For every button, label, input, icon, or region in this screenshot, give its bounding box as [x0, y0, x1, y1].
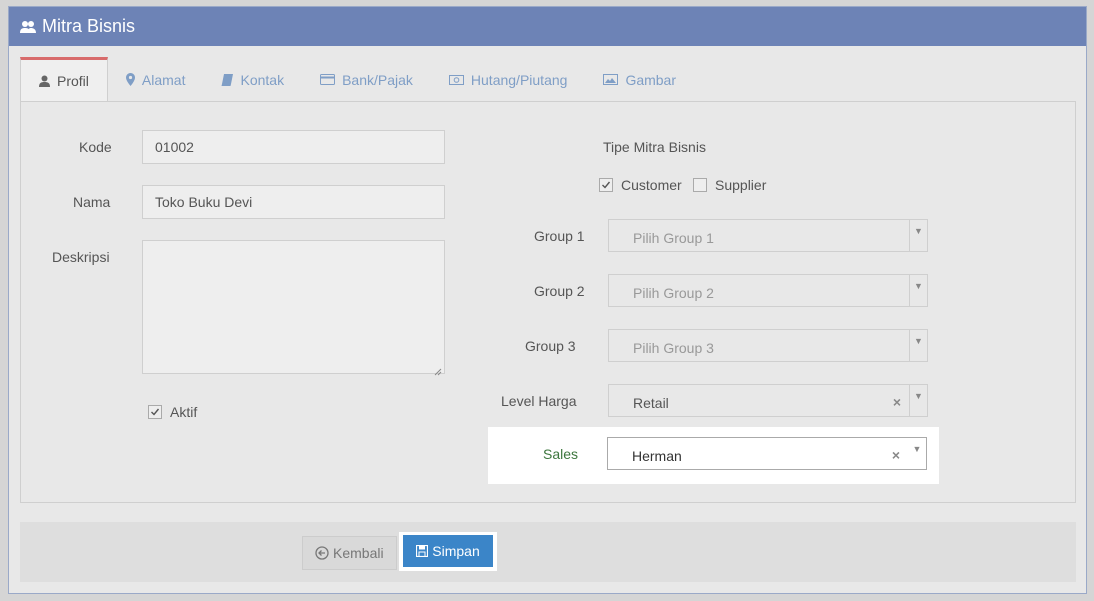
tab-label: Profil: [57, 73, 89, 89]
panel-header: Mitra Bisnis: [9, 7, 1086, 46]
aktif-label: Aktif: [170, 404, 198, 420]
deskripsi-textarea[interactable]: [142, 240, 445, 376]
tab-profil[interactable]: Profil: [20, 57, 108, 102]
tipe-mitra-label: Tipe Mitra Bisnis: [603, 139, 706, 155]
tab-label: Kontak: [240, 71, 285, 88]
chevron-down-icon[interactable]: ▼: [909, 385, 927, 416]
sales-highlight: Sales Herman × ▼: [488, 427, 939, 484]
group1-placeholder: Pilih Group 1: [633, 230, 714, 246]
customer-checkbox[interactable]: Customer: [599, 177, 682, 193]
tab-bar: Profil Alamat Kontak Bank/Pajak Hutang/P…: [20, 57, 694, 102]
simpan-label: Simpan: [432, 543, 480, 559]
group3-select[interactable]: Pilih Group 3 ▼: [608, 329, 928, 362]
group2-placeholder: Pilih Group 2: [633, 285, 714, 301]
save-highlight: Simpan: [399, 532, 497, 571]
clear-icon[interactable]: ×: [893, 394, 901, 410]
floppy-disk-icon: [416, 545, 429, 557]
sales-label: Sales: [543, 446, 579, 462]
users-icon: [20, 20, 36, 34]
resize-grip-icon[interactable]: [434, 363, 442, 376]
group3-placeholder: Pilih Group 3: [633, 340, 714, 356]
sales-select[interactable]: Herman × ▼: [607, 437, 927, 470]
image-icon: [603, 74, 619, 85]
kode-label: Kode: [79, 139, 112, 155]
money-icon: [448, 74, 464, 85]
level-harga-value: Retail: [633, 395, 669, 411]
group2-select[interactable]: Pilih Group 2 ▼: [608, 274, 928, 307]
chevron-down-icon[interactable]: ▼: [908, 438, 926, 469]
kembali-button[interactable]: Kembali: [302, 536, 397, 570]
level-harga-select[interactable]: Retail × ▼: [608, 384, 928, 417]
user-icon: [39, 75, 50, 87]
checkbox-box[interactable]: [599, 178, 613, 192]
credit-card-icon: [320, 74, 336, 85]
tab-gambar[interactable]: Gambar: [585, 57, 694, 102]
tab-label: Alamat: [141, 71, 186, 88]
chevron-down-icon[interactable]: ▼: [909, 220, 927, 251]
supplier-checkbox[interactable]: Supplier: [693, 177, 766, 193]
supplier-label: Supplier: [715, 177, 767, 193]
tab-label: Hutang/Piutang: [470, 71, 568, 88]
mitra-bisnis-panel: Mitra Bisnis Profil Alamat Kontak Bank/P…: [8, 6, 1087, 594]
group3-label: Group 3: [525, 338, 576, 354]
customer-label: Customer: [621, 177, 682, 193]
simpan-button[interactable]: Simpan: [403, 535, 493, 567]
tab-kontak[interactable]: Kontak: [203, 57, 302, 102]
form-footer: Kembali Simpan: [20, 522, 1076, 582]
arrow-circle-left-icon: [315, 546, 329, 560]
group1-label: Group 1: [534, 228, 585, 244]
kembali-label: Kembali: [333, 545, 384, 561]
map-marker-icon: [125, 73, 135, 86]
checkbox-box[interactable]: [693, 178, 707, 192]
aktif-checkbox[interactable]: Aktif: [148, 404, 197, 420]
chevron-down-icon[interactable]: ▼: [909, 330, 927, 361]
tab-bank-pajak[interactable]: Bank/Pajak: [302, 57, 431, 102]
book-icon: [221, 73, 234, 86]
tab-label: Bank/Pajak: [342, 71, 413, 88]
sales-value: Herman: [632, 448, 682, 464]
group2-label: Group 2: [534, 283, 585, 299]
tab-hutang-piutang[interactable]: Hutang/Piutang: [431, 57, 586, 102]
checkbox-box[interactable]: [148, 405, 162, 419]
level-harga-label: Level Harga: [501, 393, 577, 409]
chevron-down-icon[interactable]: ▼: [909, 275, 927, 306]
group1-select[interactable]: Pilih Group 1 ▼: [608, 219, 928, 252]
tab-label: Gambar: [625, 71, 677, 88]
deskripsi-label: Deskripsi: [52, 249, 110, 265]
tab-alamat[interactable]: Alamat: [108, 57, 204, 102]
clear-icon[interactable]: ×: [892, 447, 900, 463]
nama-field[interactable]: Toko Buku Devi: [142, 185, 445, 219]
nama-label: Nama: [73, 194, 111, 210]
kode-field[interactable]: 01002: [142, 130, 445, 164]
page-title: Mitra Bisnis: [42, 16, 136, 36]
